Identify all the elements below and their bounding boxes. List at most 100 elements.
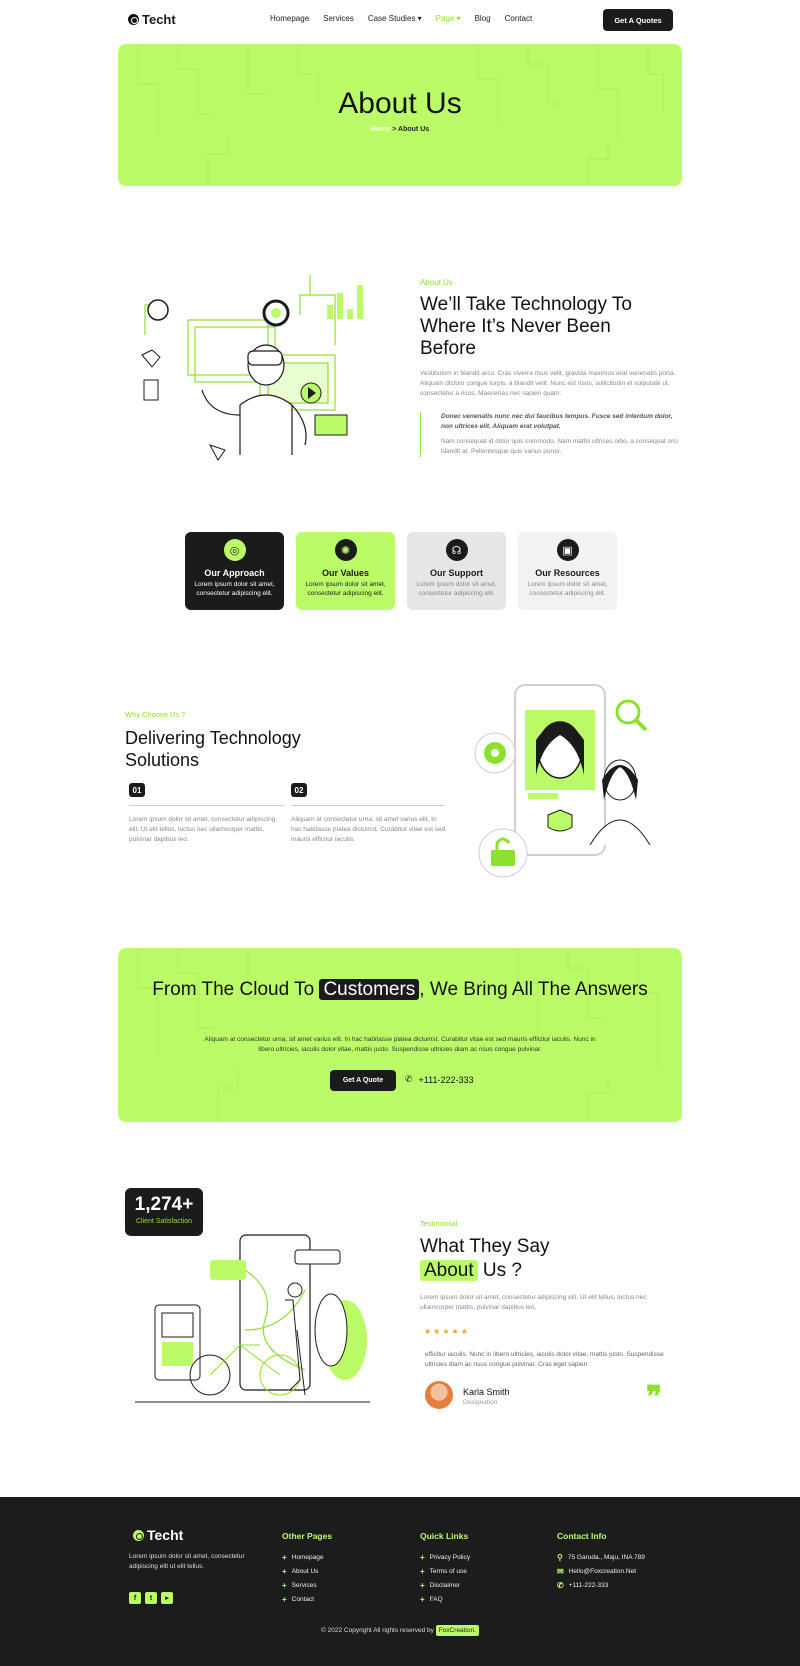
- footer-link-label: Homepage: [291, 1554, 324, 1561]
- copyright-brand-link[interactable]: FoxCreation.: [435, 1625, 479, 1636]
- card-our-approach[interactable]: ◎ Our Approach Lorem ipsum dolor sit ame…: [185, 532, 284, 610]
- footer-contact-phone[interactable]: ✆ +111-222-333: [557, 1579, 645, 1593]
- footer-link-label: Contact: [291, 1596, 315, 1603]
- card-description: Lorem ipsum dolor sit amet, consectetur …: [416, 581, 497, 597]
- plus-icon: +: [282, 1553, 287, 1562]
- monitor-icon: ▣: [556, 539, 579, 561]
- footer-column-contact-info: Contact Info ⚲ 75 Garuda., Maju, INA 789 …: [557, 1531, 645, 1593]
- cta-heading-end: , We Bring All The Answers: [419, 979, 648, 1000]
- nav-item-homepage[interactable]: Homepage: [270, 14, 309, 23]
- footer-contact-label: Hello@Foxcreation.Net: [568, 1568, 636, 1575]
- feature-text: Lorem ipsum dolor sit amet, consectetur …: [129, 816, 276, 843]
- testimonial-intro: Lorem ipsum dolor sit amet, consectetur …: [420, 1294, 647, 1311]
- location-pin-icon: ⚲: [557, 1553, 563, 1562]
- avatar: [425, 1381, 453, 1409]
- footer-description: Lorem ipsum dolor sit amet, consectetur …: [129, 1553, 245, 1570]
- testimonial-quote: efficitur iaculis. Nunc in libero ultric…: [425, 1351, 664, 1368]
- nav-item-page[interactable]: Page ▾: [436, 14, 461, 23]
- about-paragraph: Vestibulum in blandit arcu. Cras viverra…: [420, 370, 676, 397]
- nav-item-services[interactable]: Services: [323, 14, 354, 23]
- card-description: Lorem ipsum dolor sit amet, consectetur …: [305, 581, 386, 597]
- footer-link-privacy-policy[interactable]: + Privacy Policy: [420, 1551, 470, 1565]
- quote-icon: ❞: [646, 1380, 663, 1415]
- footer-column-title: Quick Links: [420, 1531, 469, 1541]
- footer-link-contact[interactable]: + Contact: [282, 1593, 332, 1607]
- about-quote-paragraph: Nam consequat id dolor quis commodo. Nam…: [441, 438, 678, 455]
- nav-item-blog[interactable]: Blog: [475, 14, 491, 23]
- card-our-support[interactable]: ☊ Our Support Lorem ipsum dolor sit amet…: [407, 532, 506, 610]
- top-navbar: Techt Homepage Services Case Studies ▾ P…: [0, 0, 800, 40]
- cta-heading: From The Cloud To Customers, We Bring Al…: [118, 978, 682, 1002]
- phone-icon: ✆: [405, 1074, 413, 1084]
- reviewer-role: Designation: [463, 1399, 498, 1406]
- footer-column-quick-links: Quick Links + Privacy Policy + Terms of us…: [420, 1531, 470, 1607]
- site-logo[interactable]: Techt: [128, 12, 176, 27]
- cta-phone-number: +111-222-333: [418, 1074, 474, 1085]
- get-quotes-button[interactable]: Get A Quotes: [603, 9, 673, 31]
- logo-icon: [133, 1529, 144, 1541]
- feature-number: 02: [291, 783, 307, 797]
- get-a-quote-button[interactable]: Get A Quote: [330, 1070, 396, 1091]
- footer-link-label: Disclaimer: [429, 1582, 461, 1589]
- copyright: © 2022 Copyright All rights reserved by …: [0, 1625, 800, 1636]
- divider: [129, 805, 284, 806]
- cta-banner: From The Cloud To Customers, We Bring Al…: [118, 948, 682, 1122]
- target-icon: ◎: [223, 539, 246, 561]
- reviewer-name: Karla Smith: [463, 1387, 510, 1397]
- card-description: Lorem ipsum dolor sit amet, consectetur …: [194, 581, 275, 597]
- card-description: Lorem ipsum dolor sit amet, consectetur …: [527, 581, 608, 597]
- cta-heading-start: From The Cloud To: [152, 979, 320, 1000]
- card-title: Our Approach: [204, 568, 265, 578]
- footer-link-label: Terms of use: [429, 1568, 467, 1575]
- footer-link-disclaimer[interactable]: + Disclaimer: [420, 1579, 470, 1593]
- stat-label: Client Satisfaction: [135, 1218, 193, 1225]
- logo-icon: [128, 14, 139, 25]
- divider: [291, 805, 445, 806]
- card-title: Our Support: [430, 568, 483, 578]
- footer-link-homepage[interactable]: + Homepage: [282, 1551, 332, 1565]
- footer-link-label: About Us: [291, 1568, 319, 1575]
- about-quote-block: Donec venenatis nunc nec dui faucibus te…: [420, 412, 682, 457]
- card-title: Our Resources: [535, 568, 600, 578]
- plus-icon: +: [282, 1595, 287, 1604]
- cta-heading-highlight: Customers: [319, 979, 420, 1000]
- about-section-label: About Us: [420, 278, 453, 287]
- breadcrumb-home[interactable]: Home: [371, 126, 390, 133]
- testimonial-heading-start: What They Say: [420, 1236, 550, 1257]
- star-rating: ★★★★★: [424, 1327, 470, 1336]
- youtube-icon[interactable]: ▸: [161, 1592, 173, 1604]
- client-satisfaction-stat: 1,274+ Client Satisfaction: [125, 1188, 203, 1236]
- footer-link-label: Privacy Policy: [429, 1554, 471, 1561]
- headset-icon: ☊: [445, 539, 468, 561]
- lightbulb-icon: ✺: [334, 539, 357, 561]
- footer-link-terms[interactable]: + Terms of use: [420, 1565, 470, 1579]
- footer-link-services[interactable]: + Services: [282, 1579, 332, 1593]
- about-heading: We’ll Take Technology To Where It’s Neve…: [420, 294, 632, 359]
- social-links: f t ▸: [129, 1592, 173, 1604]
- footer-link-faq[interactable]: + FAQ: [420, 1593, 470, 1607]
- page-title: About Us: [338, 87, 462, 120]
- plus-icon: +: [420, 1595, 425, 1604]
- testimonial-heading: What They Say About Us ?: [420, 1235, 660, 1283]
- nav-item-case-studies[interactable]: Case Studies ▾: [368, 14, 422, 23]
- why-heading: Delivering Technology Solutions: [125, 728, 301, 770]
- footer-link-about-us[interactable]: + About Us: [282, 1565, 332, 1579]
- footer-contact-email[interactable]: ✉ Hello@Foxcreation.Net: [557, 1565, 645, 1579]
- footer-column-title: Other Pages: [282, 1531, 333, 1541]
- logo-text: Techt: [142, 12, 176, 27]
- breadcrumb-separator: >: [390, 126, 399, 133]
- footer-link-label: Services: [291, 1582, 317, 1589]
- page-hero-banner: About Us Home > About Us: [118, 44, 682, 186]
- card-our-values[interactable]: ✺ Our Values Lorem ipsum dolor sit amet,…: [296, 532, 395, 610]
- footer-contact-address: ⚲ 75 Garuda., Maju, INA 789: [557, 1551, 645, 1565]
- nav-item-contact[interactable]: Contact: [505, 14, 533, 23]
- cta-phone[interactable]: ✆ +111-222-333: [405, 1074, 474, 1085]
- breadcrumb-current: About Us: [398, 126, 430, 133]
- card-our-resources[interactable]: ▣ Our Resources Lorem ipsum dolor sit am…: [518, 532, 617, 610]
- feature-number: 01: [129, 783, 145, 797]
- twitter-icon[interactable]: t: [145, 1592, 157, 1604]
- testimonial-heading-highlight: About: [420, 1260, 478, 1281]
- footer-logo[interactable]: Techt: [133, 1527, 183, 1543]
- footer-logo-text: Techt: [147, 1527, 184, 1543]
- facebook-icon[interactable]: f: [129, 1592, 141, 1604]
